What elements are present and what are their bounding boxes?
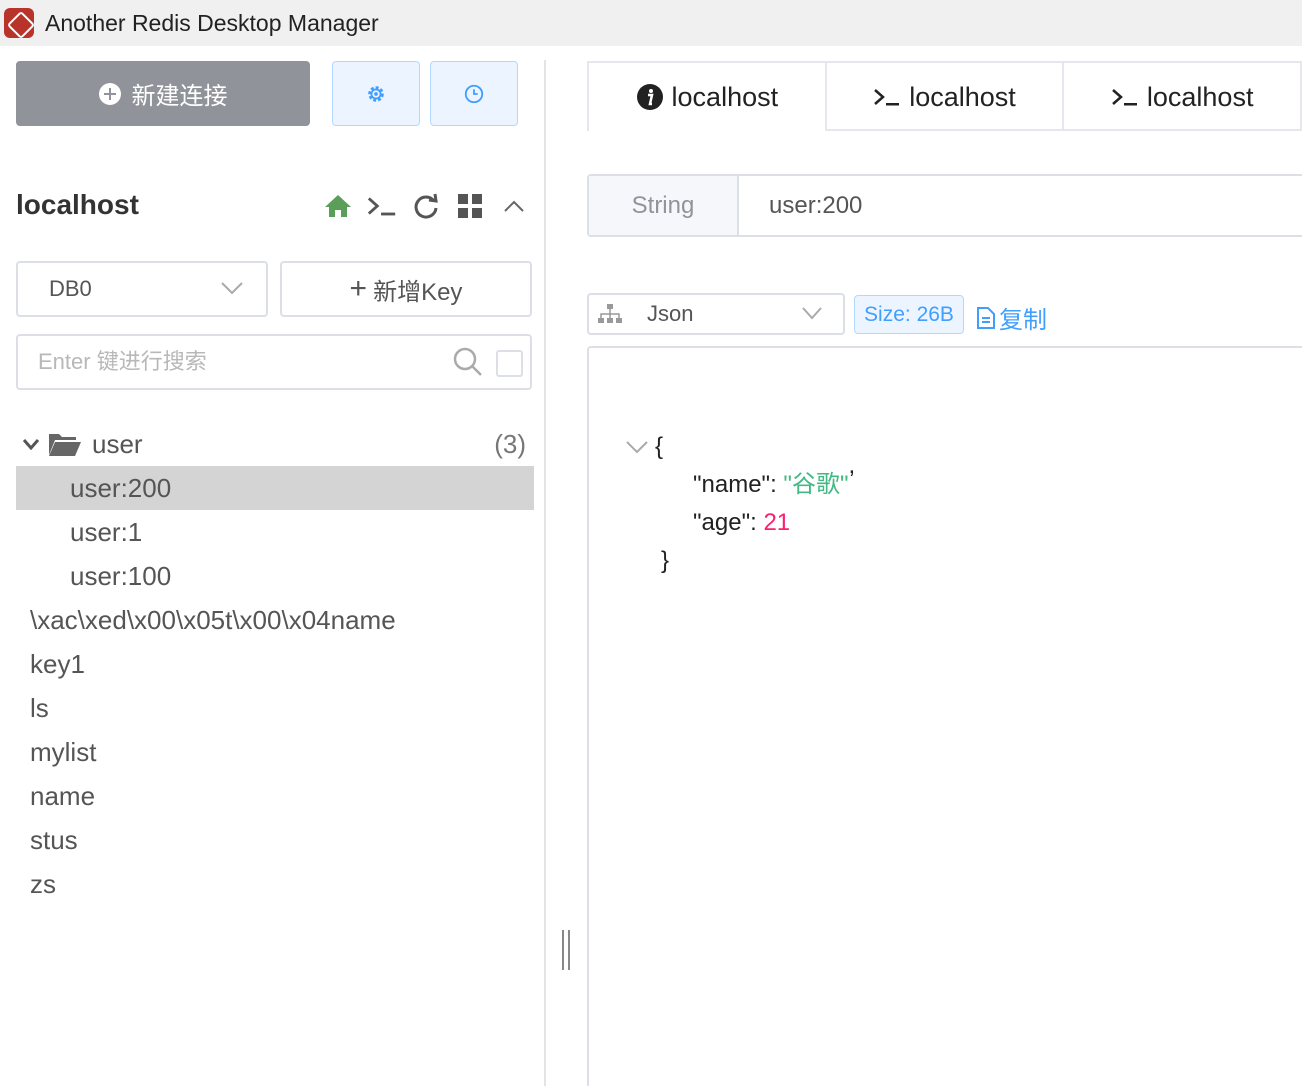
tree-key[interactable]: key1 [16,642,534,686]
chevron-down-icon [802,307,822,320]
json-viewer[interactable]: { "name": "谷歌", "age": 21 } [587,346,1302,1086]
json-content: { "name": "谷歌", "age": 21 } [625,428,875,580]
info-icon [636,83,664,111]
document-icon [975,306,997,330]
tab-label: localhost [909,81,1016,112]
plus-icon: + [349,272,368,305]
collapse-chevron-icon[interactable] [625,440,655,454]
tab-terminal-localhost[interactable]: localhost [1064,63,1302,131]
exact-search-checkbox[interactable] [496,350,523,377]
key-tree: user (3) user:200 user:1 user:100 \xac\x… [16,422,534,906]
json-string-value: "谷歌" [783,471,849,498]
key-search [16,334,532,390]
collapse-chevron-up-icon[interactable] [498,191,530,221]
sidebar: 新建连接 localhost DB0 + 新增Key Enter 键进行搜索 u… [0,46,545,1086]
folder-count: (3) [494,428,526,459]
key-name-input[interactable]: user:200 [769,192,862,220]
json-line: } [625,542,875,580]
tree-key[interactable]: user:100 [16,554,534,598]
folder-open-icon [49,434,81,456]
chevron-down-icon [221,282,243,295]
window-title: Another Redis Desktop Manager [45,9,379,36]
tree-key[interactable]: mylist [16,730,534,774]
tab-terminal-localhost[interactable]: localhost [827,63,1065,131]
terminal-icon [873,86,901,108]
tree-key[interactable]: stus [16,818,534,862]
resize-handle[interactable] [562,930,570,970]
tab-info-localhost[interactable]: localhost [589,63,827,131]
history-button[interactable] [430,61,518,126]
tab-bar: localhost localhost localhost [587,61,1302,131]
tab-label: localhost [671,81,779,112]
json-close-brace: } [661,547,670,574]
tree-key[interactable]: ls [16,686,534,730]
json-open-brace: { [655,433,664,460]
connection-actions [322,191,542,221]
json-line: "age": 21 [625,504,875,542]
json-line: { [625,428,875,466]
new-connection-button[interactable]: 新建连接 [16,61,310,126]
tree-folder-user[interactable]: user (3) [16,422,534,466]
tab-label: localhost [1146,81,1254,112]
format-value: Json [647,301,694,326]
tree-key[interactable]: zs [16,862,534,906]
terminal-icon[interactable] [366,191,398,221]
pane-divider [544,60,546,1086]
size-badge: Size: 26B [854,295,964,334]
key-header: String user:200 [587,174,1302,237]
tree-key[interactable]: user:1 [16,510,534,554]
format-select[interactable]: Json [587,293,845,335]
search-input[interactable] [38,344,448,380]
add-key-label: 新增Key [373,278,463,306]
refresh-icon[interactable] [410,191,442,221]
terminal-icon [1111,86,1139,108]
chevron-down-icon [22,439,40,450]
plus-circle-icon [98,82,121,105]
sitemap-icon [597,303,623,325]
title-bar: Another Redis Desktop Manager [0,0,1302,46]
search-icon[interactable] [453,347,483,377]
clock-icon [464,84,484,103]
db-select-value: DB0 [49,276,92,301]
settings-button[interactable] [332,61,420,126]
tree-key[interactable]: user:200 [16,466,534,510]
grid-icon[interactable] [454,191,486,221]
app-logo-icon [4,8,34,38]
tree-key[interactable]: \xac\xed\x00\x05t\x00\x04name [16,598,534,642]
connection-name[interactable]: localhost [16,189,139,221]
key-type-label: String [589,176,739,235]
db-select[interactable]: DB0 [16,261,268,317]
json-key: "age" [693,509,751,536]
json-key: "name" [693,471,771,498]
json-number-value: 21 [763,509,791,536]
copy-button[interactable]: 复制 [975,300,1047,335]
new-connection-label: 新建连接 [131,83,228,110]
copy-label: 复制 [999,307,1047,334]
folder-name: user [92,428,143,459]
tree-key[interactable]: name [16,774,534,818]
json-line: "name": "谷歌", [625,452,875,504]
add-key-button[interactable]: + 新增Key [280,261,532,317]
home-icon[interactable] [322,191,354,221]
gear-icon [368,85,384,102]
